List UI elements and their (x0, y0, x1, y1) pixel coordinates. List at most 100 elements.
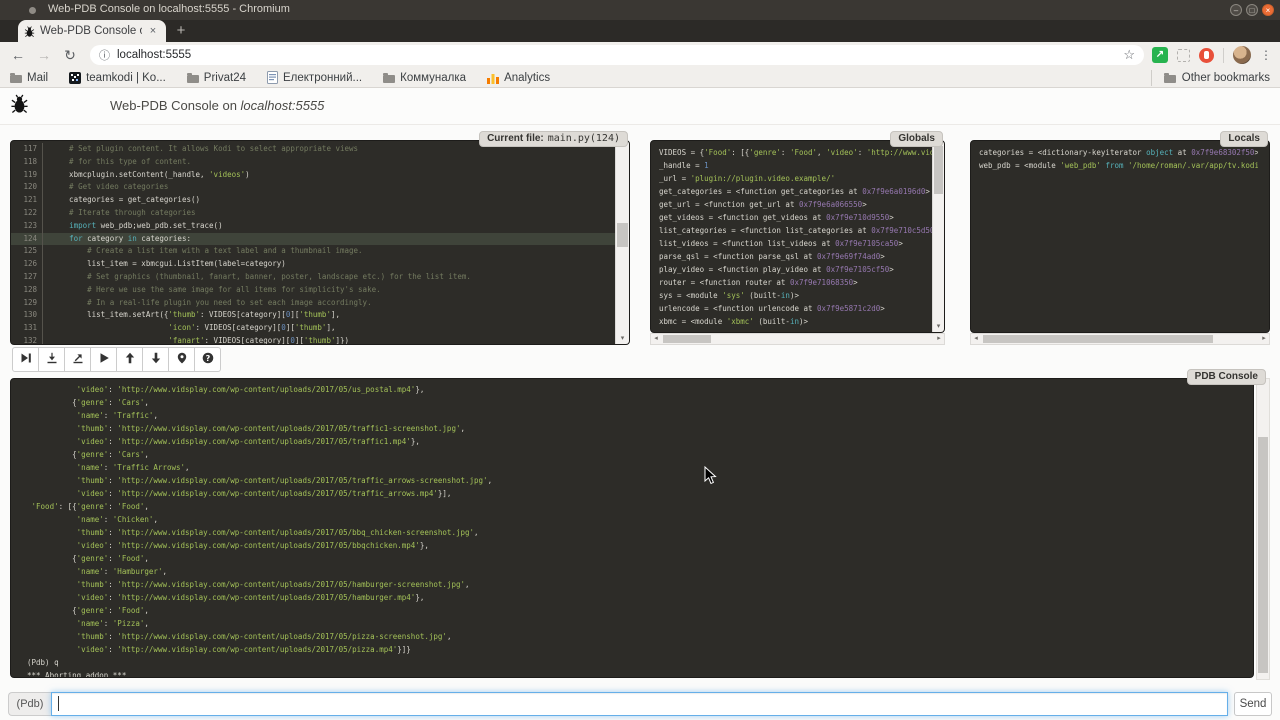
pdb-prompt-label: (Pdb) (8, 692, 51, 716)
address-text[interactable]: localhost:5555 (117, 49, 1123, 61)
locals-line: web_pdb = <module 'web_pdb' from '/home/… (979, 159, 1258, 172)
locals-panel[interactable]: categories = <dictionary-keyiterator obj… (970, 140, 1270, 333)
next-button[interactable] (12, 347, 39, 372)
maximize-button[interactable]: □ (1246, 4, 1258, 16)
send-button[interactable]: Send (1234, 692, 1272, 716)
step-forward-icon (20, 351, 32, 369)
down-button[interactable] (142, 347, 169, 372)
line-number: 127 (11, 271, 43, 284)
profile-avatar[interactable] (1233, 46, 1251, 64)
minimize-button[interactable]: – (1230, 4, 1242, 16)
code-line: 120 # Get video categories (11, 181, 616, 194)
continue-button[interactable] (90, 347, 117, 372)
window-controls: –□ × (1230, 4, 1274, 16)
console-line: 'name': 'Hamburger', (27, 565, 1253, 578)
console-vertical-scrollbar[interactable] (1256, 378, 1270, 680)
globals-line: get_videos = <function get_videos at 0x7… (659, 211, 933, 224)
scrollbar-thumb[interactable] (617, 223, 628, 247)
other-bookmarks-button[interactable]: Other bookmarks (1151, 70, 1270, 86)
line-number: 118 (11, 156, 43, 169)
browser-tab[interactable]: Web-PDB Console on loca × (18, 20, 166, 42)
bookmark-item[interactable]: Коммуналка (383, 72, 466, 84)
page-title: Web-PDB Console on localhost:5555 (110, 98, 324, 113)
help-button[interactable]: ? (194, 347, 221, 372)
globals-horizontal-scrollbar[interactable]: ◂ ▸ (650, 333, 945, 345)
scroll-left-arrow-icon[interactable]: ◂ (651, 334, 661, 344)
folder-icon (383, 75, 395, 83)
code-text: 'fanart': VIDEOS[category][0]['thumb']}) (43, 335, 349, 344)
scrollbar-thumb[interactable] (983, 335, 1213, 343)
bug-favicon-icon (24, 25, 36, 37)
page-title-host: localhost:5555 (241, 98, 325, 113)
scroll-down-arrow-icon[interactable]: ▾ (616, 333, 629, 344)
bookmark-item[interactable]: Analytics (487, 72, 550, 84)
pdb-command-input[interactable] (51, 692, 1228, 716)
line-number: 122 (11, 207, 43, 220)
console-line: 'video': 'http://www.vidsplay.com/wp-con… (27, 383, 1253, 396)
scroll-down-arrow-icon[interactable]: ▾ (933, 321, 944, 332)
line-number: 124 (11, 233, 43, 246)
scroll-right-arrow-icon[interactable]: ▸ (934, 334, 944, 344)
console-line: 'Food': [{'genre': 'Food', (27, 500, 1253, 513)
browser-menu-icon[interactable]: ⋮ (1260, 48, 1272, 62)
site-info-icon[interactable]: ⓘ (99, 47, 110, 63)
reload-icon[interactable]: ↻ (60, 47, 80, 64)
globals-line: urlencode = <function urlencode at 0x7f9… (659, 302, 933, 315)
globals-panel[interactable]: VIDEOS = {'Food': [{'genre': 'Food', 'vi… (650, 140, 945, 333)
where-button[interactable] (168, 347, 195, 372)
kodi-favicon-icon (69, 72, 81, 84)
console-line: 'video': 'http://www.vidsplay.com/wp-con… (27, 435, 1253, 448)
tab-close-icon[interactable]: × (146, 24, 160, 38)
console-line: *** Aborting addon *** (27, 669, 1253, 677)
globals-vertical-scrollbar[interactable]: ▾ (932, 141, 944, 332)
pdb-console-panel[interactable]: 'video': 'http://www.vidsplay.com/wp-con… (10, 378, 1254, 678)
up-button[interactable] (116, 347, 143, 372)
scroll-left-arrow-icon[interactable]: ◂ (971, 334, 981, 344)
forward-icon[interactable]: → (34, 47, 54, 63)
code-text: import web_pdb;web_pdb.set_trace() (43, 220, 223, 233)
bookmark-item[interactable]: teamkodi | Ko... (69, 72, 166, 84)
step-out-icon (72, 351, 84, 369)
close-button[interactable]: × (1262, 4, 1274, 16)
code-text: # In a real-life plugin you need to set … (43, 297, 372, 310)
address-bar[interactable]: ⓘ localhost:5555 ☆ (90, 45, 1144, 65)
scrollbar-thumb[interactable] (663, 335, 711, 343)
step-button[interactable] (38, 347, 65, 372)
pdb-console-label: PDB Console (1187, 369, 1266, 385)
bookmark-item[interactable]: Електронний... (267, 71, 362, 84)
document-icon (267, 71, 278, 84)
text-caret (58, 696, 59, 711)
extension-green-icon[interactable]: ↗ (1152, 47, 1168, 63)
bookmark-star-icon[interactable]: ☆ (1123, 47, 1135, 63)
scrollbar-thumb[interactable] (934, 146, 943, 194)
bookmark-label: Електронний... (283, 72, 362, 84)
new-tab-button[interactable]: + (172, 22, 190, 40)
code-line: 119 xbmcplugin.setContent(_handle, 'vide… (11, 169, 616, 182)
console-lines: 'video': 'http://www.vidsplay.com/wp-con… (11, 379, 1253, 677)
code-text: # Iterate through categories (43, 207, 196, 220)
toolbar-divider (1223, 48, 1224, 63)
line-number: 125 (11, 245, 43, 258)
line-number: 121 (11, 194, 43, 207)
code-text: # Set plugin content. It allows Kodi to … (43, 143, 358, 156)
extension-dashed-icon[interactable] (1177, 49, 1190, 62)
bookmark-items: Mail teamkodi | Ko... Privat24 Електронний.… (10, 71, 550, 84)
locals-lines: categories = <dictionary-keyiterator obj… (971, 141, 1258, 332)
bookmark-label: teamkodi | Ko... (86, 72, 166, 84)
bookmark-item[interactable]: Privat24 (187, 72, 246, 84)
globals-line: play_video = <function play_video at 0x7… (659, 263, 933, 276)
extensions-row: ↗ ⋮ (1152, 46, 1272, 64)
analytics-chart-icon (487, 72, 499, 84)
scrollbar-thumb[interactable] (1258, 437, 1268, 673)
locals-horizontal-scrollbar[interactable]: ◂ ▸ (970, 333, 1270, 345)
current-file-panel[interactable]: 117 # Set plugin content. It allows Kodi… (10, 140, 630, 345)
return-button[interactable] (64, 347, 91, 372)
tab-strip: Web-PDB Console on loca × + (0, 20, 1280, 42)
scroll-right-arrow-icon[interactable]: ▸ (1259, 334, 1269, 344)
code-vertical-scrollbar[interactable]: ▾ (615, 141, 629, 344)
adblock-icon[interactable] (1199, 48, 1214, 63)
bookmark-item[interactable]: Mail (10, 72, 48, 84)
code-text: xbmcplugin.setContent(_handle, 'videos') (43, 169, 250, 182)
code-line: 129 # In a real-life plugin you need to … (11, 297, 616, 310)
back-icon[interactable]: ← (8, 47, 28, 63)
